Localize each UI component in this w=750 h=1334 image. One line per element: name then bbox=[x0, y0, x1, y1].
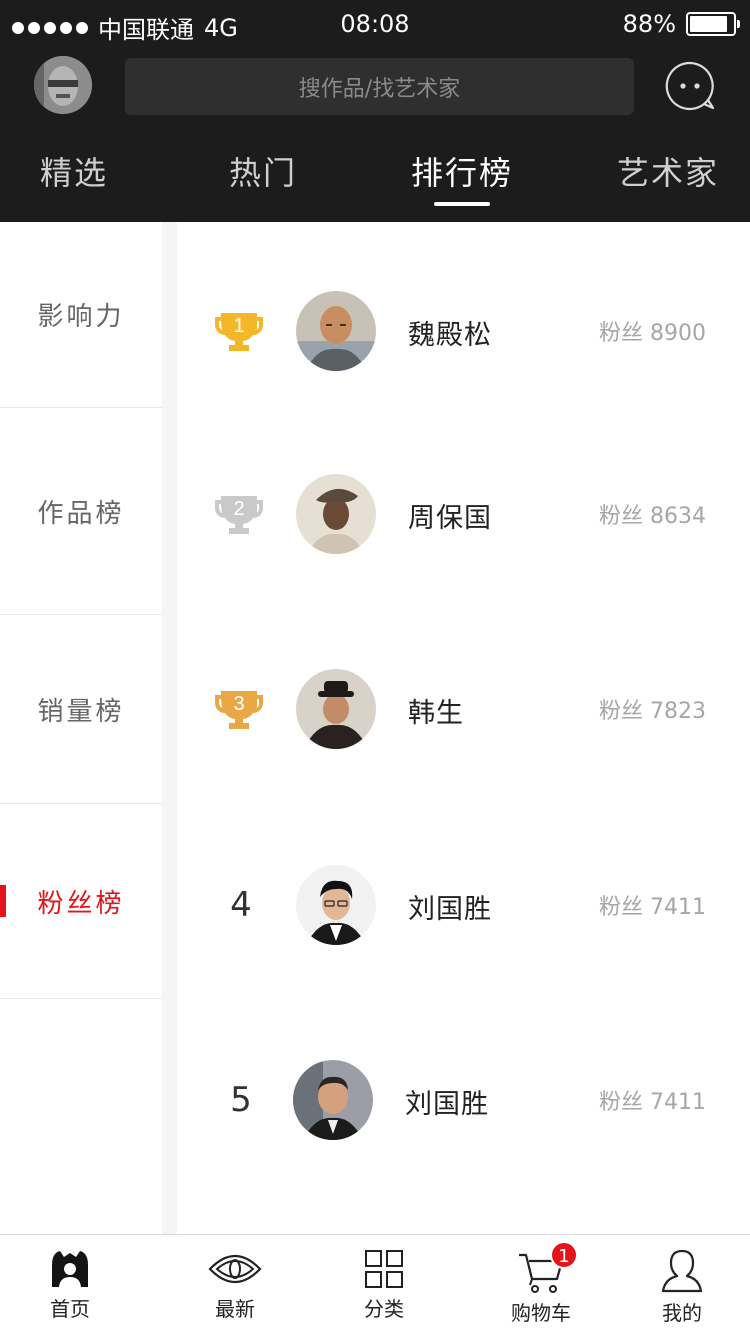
avatar[interactable] bbox=[296, 669, 376, 749]
artist-name[interactable]: 魏殿松 bbox=[408, 313, 492, 352]
fans-count: 粉丝 7411 bbox=[599, 1090, 706, 1115]
avatar[interactable] bbox=[293, 1060, 373, 1140]
artist-name[interactable]: 刘国胜 bbox=[405, 1082, 489, 1121]
nav-label: 最新 bbox=[215, 1297, 255, 1321]
sidebar-item-influence[interactable]: 影响力 bbox=[0, 222, 162, 408]
rank-number: 2 bbox=[233, 498, 244, 520]
rank-number: 1 bbox=[233, 315, 244, 337]
fans-count: 粉丝 7411 bbox=[599, 895, 706, 920]
message-button[interactable] bbox=[664, 60, 716, 112]
top-tabs: 精选 热门 排行榜 艺术家 bbox=[0, 140, 750, 222]
sidebar-divider bbox=[162, 222, 177, 1234]
ranking-row-5[interactable]: 5 刘国胜 粉丝 7411 bbox=[177, 1060, 750, 1142]
nav-label: 我的 bbox=[662, 1301, 702, 1325]
ranking-row-2[interactable]: 2 周保国 粉丝 8634 bbox=[177, 474, 750, 556]
cart-badge: 1 bbox=[550, 1241, 578, 1269]
fans-count: 粉丝 8634 bbox=[599, 504, 706, 529]
ranking-row-1[interactable]: 1 魏殿松 粉丝 8900 bbox=[177, 291, 750, 373]
sidebar-item-works[interactable]: 作品榜 bbox=[0, 408, 162, 615]
artist-name[interactable]: 周保国 bbox=[408, 496, 492, 535]
top-header: 中国联通 4G 08:08 88% 搜作品/找艺术家 精选 热门 排行榜 艺术家 bbox=[0, 0, 750, 222]
home-icon bbox=[52, 1251, 88, 1287]
ranking-row-3[interactable]: 3 韩生 粉丝 7823 bbox=[177, 669, 750, 751]
search-input[interactable]: 搜作品/找艺术家 bbox=[125, 58, 634, 115]
status-bar: 中国联通 4G 08:08 88% bbox=[0, 0, 750, 48]
active-tab-indicator bbox=[434, 202, 490, 206]
avatar[interactable] bbox=[296, 865, 376, 945]
ranking-list: 1 魏殿松 粉丝 8900 2 周保国 粉丝 8634 3 韩生 粉丝 7823… bbox=[177, 222, 750, 1234]
battery-icon bbox=[686, 12, 740, 36]
avatar[interactable] bbox=[296, 474, 376, 554]
category-sidebar: 影响力 作品榜 销量榜 粉丝榜 bbox=[0, 222, 162, 1234]
rank-number: 3 bbox=[233, 693, 244, 715]
nav-profile[interactable]: 我的 bbox=[640, 1235, 724, 1334]
fans-count: 粉丝 8900 bbox=[599, 321, 706, 346]
nav-label: 首页 bbox=[50, 1297, 90, 1321]
user-avatar[interactable] bbox=[34, 56, 92, 114]
user-icon bbox=[661, 1249, 703, 1293]
nav-category[interactable]: 分类 bbox=[342, 1235, 426, 1334]
gold-trophy-icon: 1 bbox=[215, 313, 263, 351]
nav-label: 购物车 bbox=[511, 1301, 571, 1325]
ranking-row-4[interactable]: 4 刘国胜 粉丝 7411 bbox=[177, 865, 750, 947]
nav-label: 分类 bbox=[364, 1297, 404, 1321]
rank-number: 5 bbox=[230, 1080, 252, 1120]
bronze-trophy-icon: 3 bbox=[215, 691, 263, 729]
fans-count: 粉丝 7823 bbox=[599, 699, 706, 724]
nav-home[interactable]: 首页 bbox=[28, 1235, 112, 1334]
artist-name[interactable]: 韩生 bbox=[408, 691, 464, 730]
search-placeholder: 搜作品/找艺术家 bbox=[298, 76, 461, 102]
tab-hot[interactable]: 热门 bbox=[229, 148, 297, 194]
chat-bubble-icon bbox=[665, 61, 715, 111]
tab-ranking[interactable]: 排行榜 bbox=[411, 148, 513, 194]
tab-artists[interactable]: 艺术家 bbox=[617, 148, 719, 194]
rank-number: 4 bbox=[230, 885, 252, 925]
avatar[interactable] bbox=[296, 291, 376, 371]
tab-featured[interactable]: 精选 bbox=[40, 148, 108, 194]
nav-latest[interactable]: 最新 bbox=[193, 1235, 277, 1334]
artist-name[interactable]: 刘国胜 bbox=[408, 887, 492, 926]
sidebar-item-sales[interactable]: 销量榜 bbox=[0, 615, 162, 804]
grid-icon bbox=[365, 1250, 403, 1288]
battery-percent: 88% bbox=[622, 10, 676, 38]
silver-trophy-icon: 2 bbox=[215, 496, 263, 534]
sidebar-item-fans[interactable]: 粉丝榜 bbox=[0, 804, 162, 999]
eye-icon bbox=[208, 1255, 262, 1283]
nav-cart[interactable]: 1 购物车 bbox=[498, 1235, 584, 1334]
battery-info: 88% bbox=[622, 10, 740, 38]
bottom-tab-bar: 首页 最新 分类 1 购物车 我的 bbox=[0, 1234, 750, 1334]
